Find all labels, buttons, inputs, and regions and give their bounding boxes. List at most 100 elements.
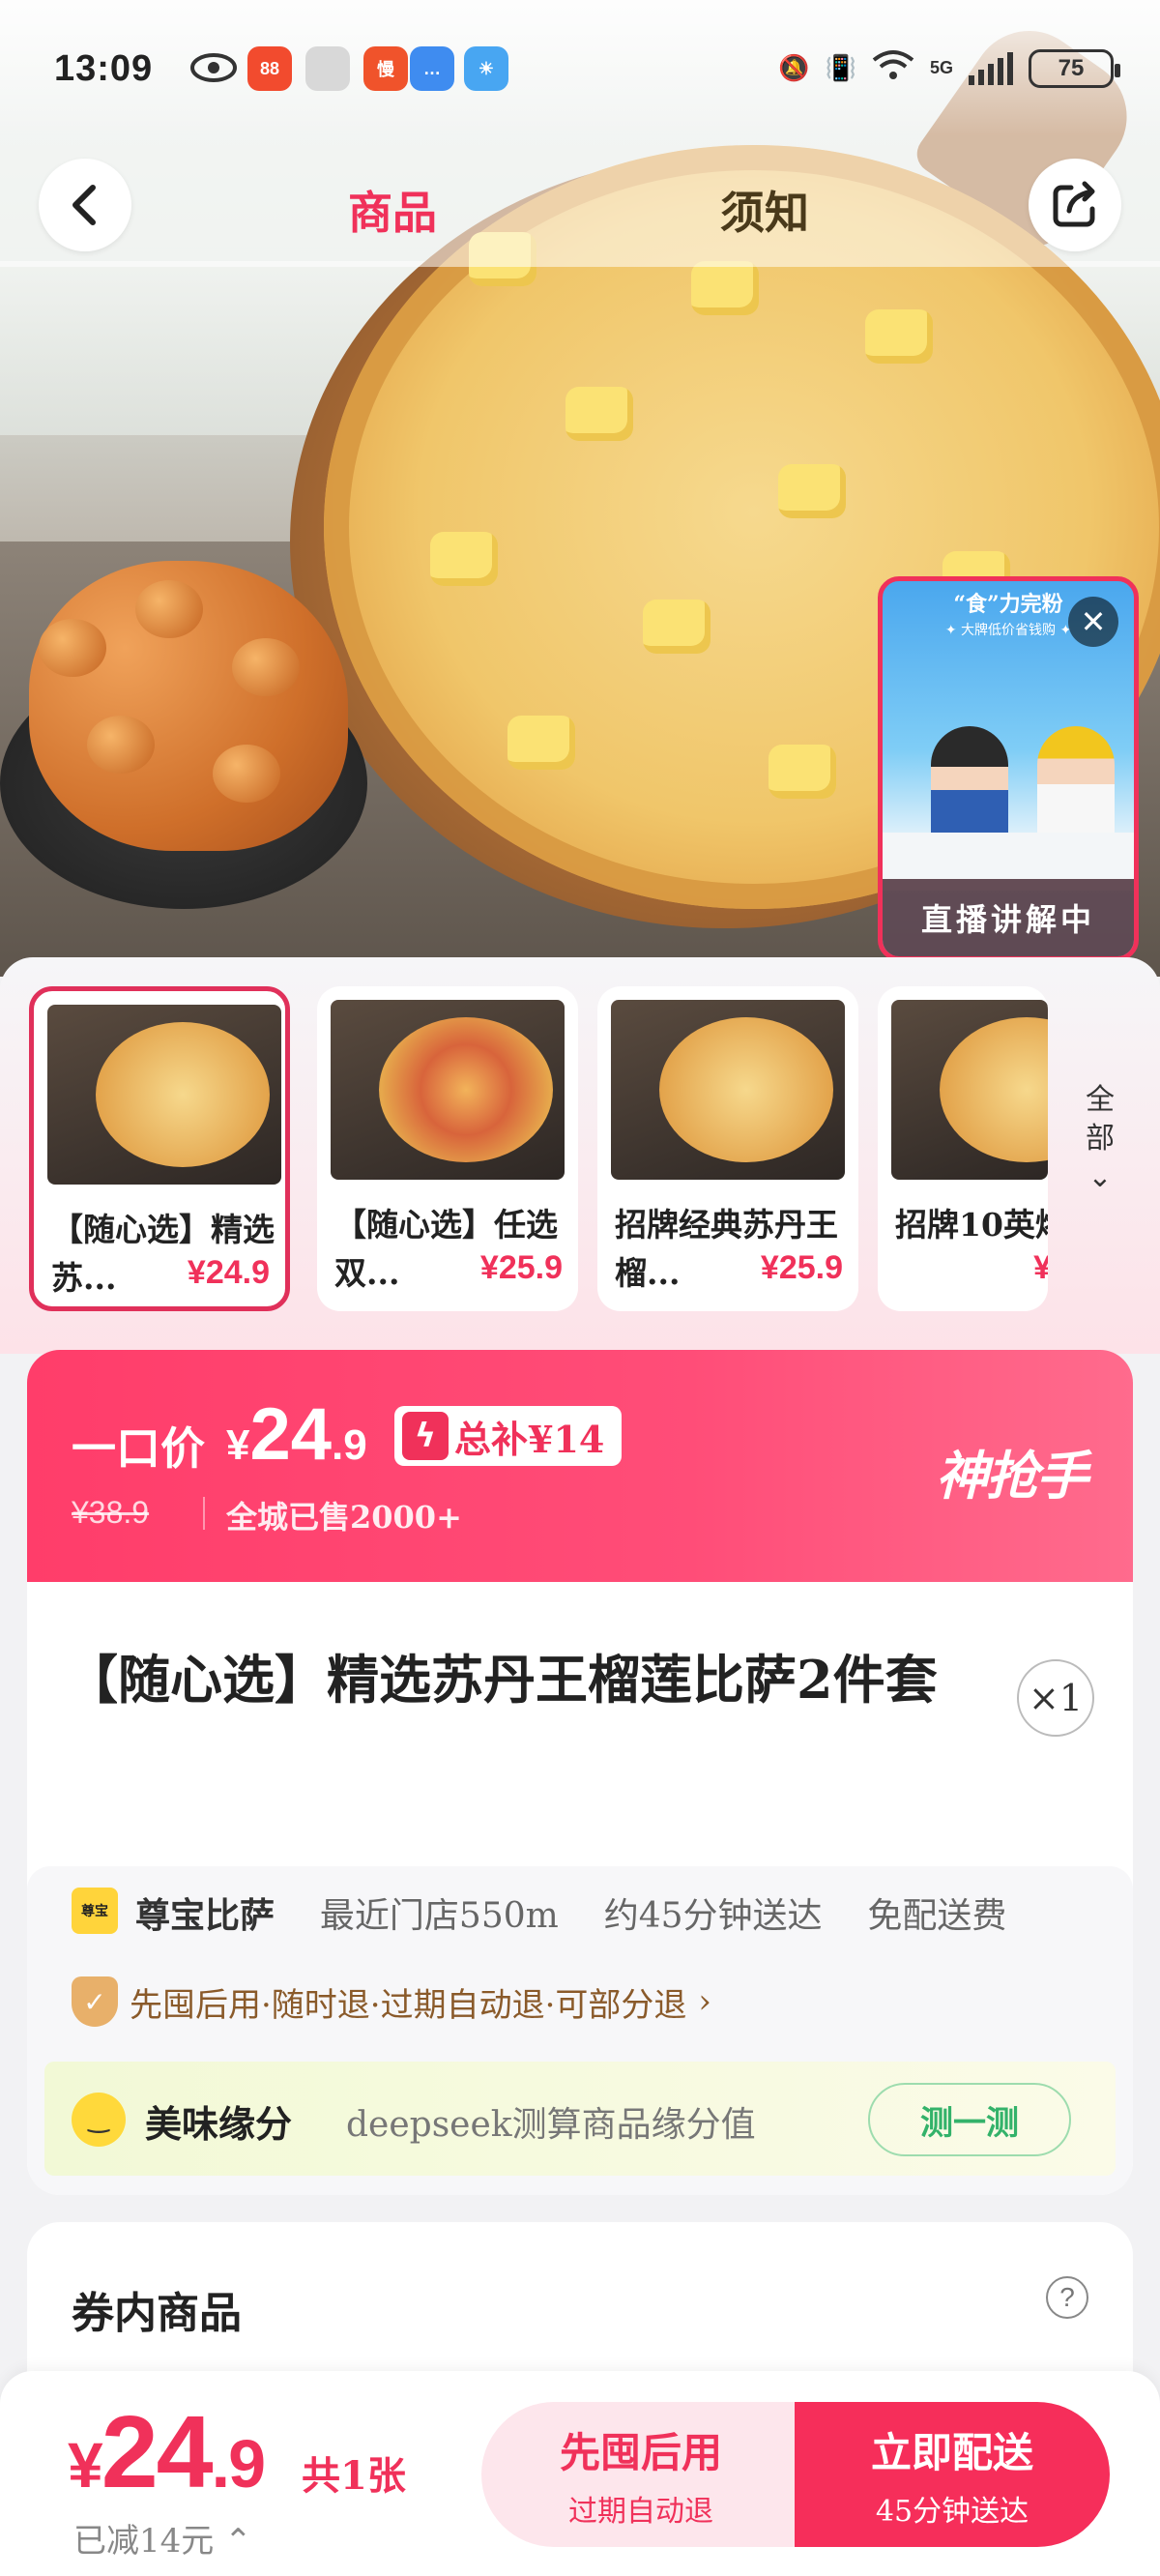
deliver-now-button[interactable]: 立即配送 45分钟送达 — [795, 2402, 1110, 2547]
signal-icon — [969, 51, 1013, 85]
status-bar: 13:09 88 慢 … ☀ 🔕 📳 5G 75 — [0, 0, 1160, 135]
variant-thumb[interactable]: 【随心选】任选双... ¥25.9 — [317, 986, 578, 1311]
host-figure — [931, 726, 1008, 842]
chicken-piece — [87, 716, 155, 774]
topping — [643, 600, 710, 654]
button-title: 立即配送 — [870, 2428, 1033, 2476]
chicken-piece — [39, 619, 106, 677]
store-name: 尊宝比萨 — [135, 1895, 276, 1936]
live-stream-widget[interactable]: “食”力完粉 ✦ 大牌低价省钱购 ✦ ✕ 直播讲解中 — [878, 576, 1139, 961]
vibrate-icon: 📳 — [825, 53, 856, 82]
help-icon[interactable]: ? — [1046, 2276, 1088, 2319]
live-status-label: 直播讲解中 — [883, 879, 1134, 956]
fate-description: deepseek测算商品缘分值 — [346, 2105, 756, 2145]
tab-goods[interactable]: 商品 — [348, 178, 437, 242]
variant-price: ¥24.9 — [187, 1254, 270, 1291]
store-info: 尊宝 尊宝比萨 最近门店550m 约45分钟送达 免配送费 ✓ 先囤后用·随时退… — [27, 1866, 1133, 2195]
tab-notice[interactable]: 须知 — [720, 178, 809, 242]
button-title: 先囤后用 — [559, 2428, 722, 2476]
currency-symbol: ¥ — [68, 2429, 103, 2501]
currency-symbol: ¥ — [226, 1421, 250, 1469]
battery-level: 75 — [1058, 54, 1085, 81]
checkout-bar: ¥24.9 共1张 已减14元 ⌃ 先囤后用 过期自动退 立即配送 45分钟送达 — [0, 2371, 1160, 2576]
share-icon — [1053, 181, 1095, 227]
shield-check-icon: ✓ — [72, 1976, 118, 2027]
button-subtitle: 45分钟送达 — [875, 2494, 1030, 2529]
message-icon: … — [410, 46, 454, 91]
topping — [430, 532, 498, 586]
view-all-button[interactable]: 全部 ⌄ — [1073, 1081, 1127, 1197]
store-summary[interactable]: 尊宝比萨 最近门店550m 约45分钟送达 免配送费 — [135, 1888, 1006, 1938]
close-icon[interactable]: ✕ — [1068, 597, 1118, 647]
topping — [768, 745, 836, 799]
chicken-piece — [232, 638, 300, 696]
coupon-title: 券内商品 — [72, 2289, 242, 2338]
fate-label: 美味缘分 — [145, 2102, 293, 2146]
variant-image — [891, 1000, 1048, 1180]
reader-app-icon: 慢 — [363, 46, 408, 91]
topping — [778, 464, 846, 518]
price-decimal: .9 — [211, 2426, 266, 2502]
status-time: 13:09 — [54, 48, 154, 89]
store-logo-text: 尊宝 — [81, 1904, 108, 1919]
delivery-fee: 免配送费 — [867, 1896, 1007, 1936]
price-integer: 24 — [249, 1393, 333, 1476]
quantity-badge: ×1 — [1017, 1659, 1094, 1737]
divider — [203, 1497, 205, 1530]
deal-price: ¥24.9 — [226, 1392, 367, 1477]
test-fate-button[interactable]: 测一测 — [868, 2083, 1071, 2156]
topping — [508, 716, 575, 770]
subsidy-badge: ϟ 总补¥14 — [394, 1406, 623, 1466]
variant-image — [47, 1005, 281, 1185]
variant-image — [611, 1000, 845, 1180]
price-decimal: .9 — [332, 1421, 367, 1469]
app-notification-icon: 88 — [247, 46, 292, 91]
wifi-icon — [872, 48, 914, 88]
discount-detail-toggle[interactable]: 已减14元 ⌃ — [73, 2514, 252, 2561]
variant-price: ¥25.9 — [479, 1249, 563, 1286]
topping — [691, 261, 759, 315]
saved-amount: 已减14元 — [73, 2522, 215, 2561]
top-nav: 商品 须知 — [0, 135, 1160, 267]
price-banner: 一口价 ¥24.9 ϟ 总补¥14 ¥38.9 全城已售2000+ 神抢手 — [27, 1350, 1133, 1582]
host-figure — [1037, 726, 1115, 842]
variant-price: ¥25.9 — [760, 1249, 843, 1286]
smile-emoji-icon: ‿ — [72, 2093, 126, 2147]
subsidy-text: 总补¥14 — [454, 1417, 605, 1461]
refund-policy[interactable]: ✓ 先囤后用·随时退·过期自动退·可部分退 › — [72, 1976, 711, 2027]
mute-icon: 🔕 — [778, 53, 810, 82]
network-type: 5G — [929, 58, 953, 77]
chevron-up-icon: ⌃ — [224, 2522, 252, 2561]
price-label: 一口价 — [72, 1422, 205, 1475]
button-subtitle: 过期自动退 — [568, 2494, 713, 2529]
variant-thumb[interactable]: 招牌经典苏丹王榴... ¥25.9 — [597, 986, 858, 1311]
chicken-piece — [213, 745, 280, 803]
weather-icon: ☀ — [464, 46, 508, 91]
policy-text: 先囤后用·随时退·过期自动退·可部分退 — [130, 1985, 687, 2025]
buy-later-button[interactable]: 先囤后用 过期自动退 — [481, 2402, 800, 2547]
product-card: 【随心选】精选苏丹王榴莲比萨2件套 ×1 尊宝 尊宝比萨 最近门店550m 约4… — [27, 1582, 1133, 2195]
variant-thumb[interactable]: 【随心选】精选苏... ¥24.9 — [29, 986, 290, 1311]
chicken-piece — [135, 580, 203, 638]
back-button[interactable] — [39, 159, 131, 251]
variant-title: 招牌10英烤盘... — [895, 1206, 1048, 1244]
topping — [566, 387, 633, 441]
topping — [865, 309, 933, 364]
original-price: ¥38.9 — [72, 1495, 150, 1530]
voucher-count: 共1张 — [302, 2453, 406, 2499]
chevron-down-icon: ⌄ — [1088, 1160, 1113, 1194]
delivery-eta: 约45分钟送达 — [603, 1896, 823, 1936]
eye-icon — [189, 50, 238, 85]
variant-image — [331, 1000, 565, 1180]
battery-icon: 75 — [1029, 48, 1120, 88]
chevron-left-icon — [72, 185, 96, 225]
help-glyph: ? — [1059, 2282, 1075, 2312]
variant-thumb[interactable]: 招牌10英烤盘... ¥ — [878, 986, 1048, 1311]
chat-icon — [305, 46, 350, 91]
share-button[interactable] — [1029, 159, 1121, 251]
store-distance: 最近门店550m — [319, 1896, 559, 1936]
sold-count: 全城已售2000+ — [226, 1499, 462, 1536]
product-title: 【随心选】精选苏丹王榴莲比萨2件套 — [66, 1649, 938, 1711]
total-price: ¥24.9 — [68, 2394, 266, 2511]
system-indicators: 🔕 📳 5G 75 — [778, 48, 1120, 88]
